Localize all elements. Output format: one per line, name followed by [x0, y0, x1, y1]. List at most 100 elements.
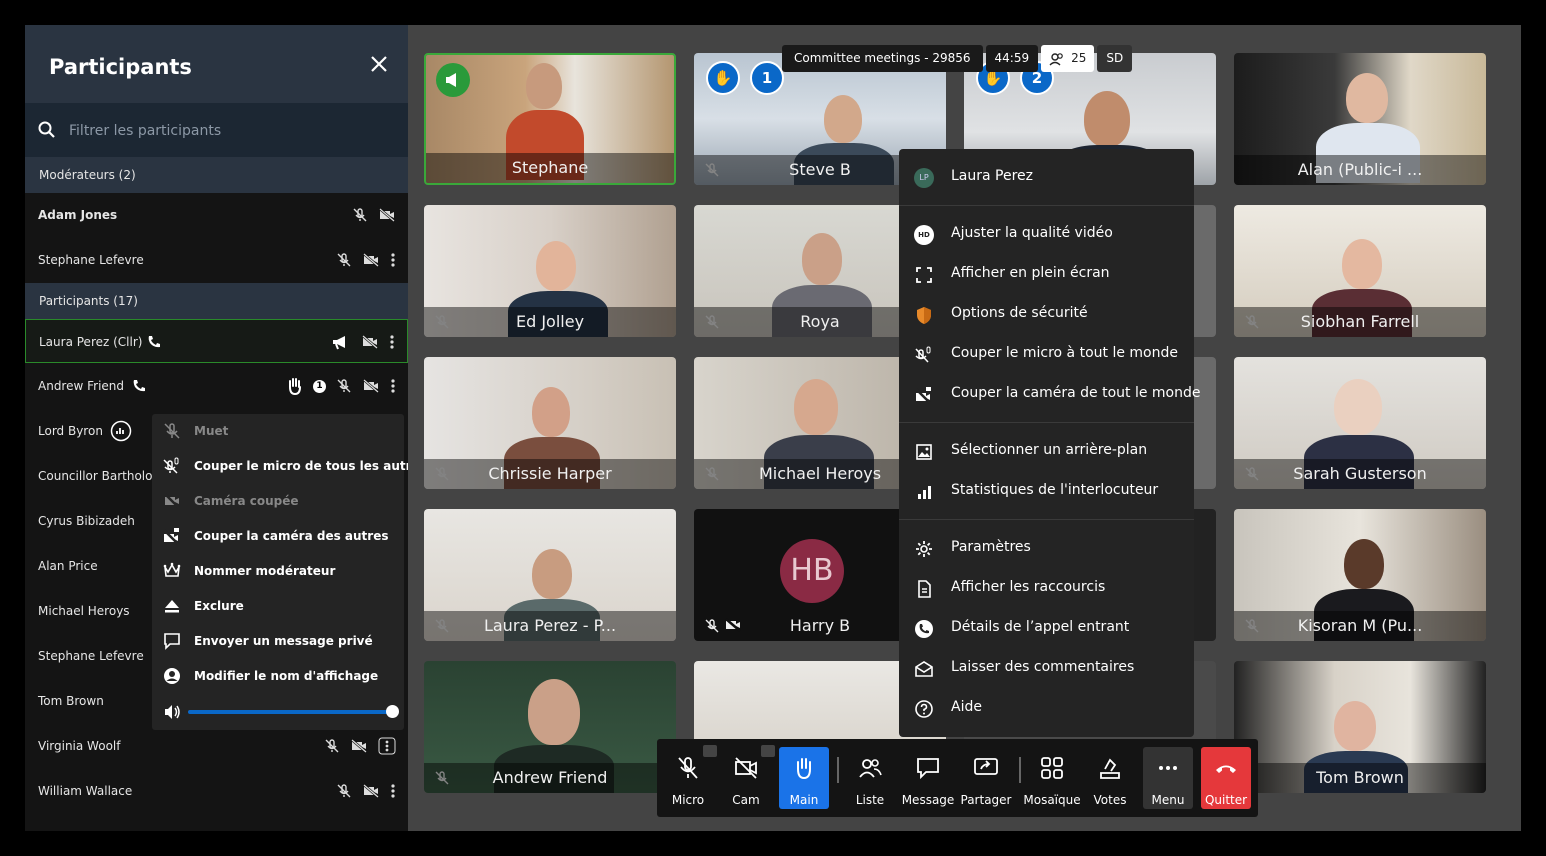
- participant-row[interactable]: Stephane Lefevre: [25, 238, 408, 282]
- filter-participants-input[interactable]: [67, 118, 391, 144]
- camera-off-others-icon: [163, 528, 179, 545]
- camera-off-icon: [735, 757, 757, 779]
- menu-item-fullscreen[interactable]: Afficher en plein écran: [899, 254, 1194, 294]
- menu-item-rename[interactable]: Modifier le nom d'affichage: [152, 659, 404, 694]
- more-menu-button[interactable]: Menu: [1143, 747, 1193, 809]
- meeting-toolbar: Micro Cam Main Liste Message Partager Mo…: [657, 739, 1258, 817]
- menu-item-settings[interactable]: Paramètres: [899, 528, 1194, 568]
- tile-name: Ed Jolley: [424, 307, 676, 337]
- raised-hand-icon: [797, 758, 811, 780]
- document-icon: [918, 580, 931, 598]
- menu-item-background[interactable]: Sélectionner un arrière-plan: [899, 431, 1194, 471]
- video-tile[interactable]: Kisoran M (Pu...: [1234, 509, 1486, 641]
- participant-row[interactable]: Laura Perez (Cllr): [25, 319, 408, 363]
- tile-name: Chrissie Harper: [424, 459, 676, 489]
- more-options-icon[interactable]: [378, 737, 396, 755]
- gear-icon: [916, 541, 932, 557]
- menu-item-stop-everyone-camera[interactable]: Couper la caméra de tout le monde: [899, 374, 1201, 414]
- more-options-icon[interactable]: [390, 783, 396, 799]
- menu-item-camera-off[interactable]: Caméra coupée: [152, 484, 404, 519]
- video-tile[interactable]: Tom Brown: [1234, 661, 1486, 793]
- menu-item-help[interactable]: Aide: [899, 688, 1194, 728]
- menu-item-dial-in-info[interactable]: Détails de l’appel entrant: [899, 608, 1194, 648]
- camera-off-icon: [362, 335, 378, 349]
- menu-item-mute[interactable]: Muet: [152, 414, 404, 449]
- menu-item-speaker-stats[interactable]: Statistiques de l'interlocuteur: [899, 471, 1194, 511]
- participants-icon: [1049, 52, 1063, 66]
- participant-count[interactable]: 25: [1041, 45, 1095, 72]
- avatar: HB: [780, 539, 844, 603]
- menu-item-stop-others-camera[interactable]: Couper la caméra des autres: [152, 519, 404, 554]
- mic-button[interactable]: Micro: [663, 745, 717, 809]
- leave-button[interactable]: Quitter: [1201, 747, 1251, 809]
- camera-off-icon: [379, 208, 395, 222]
- video-tile[interactable]: Ed Jolley: [424, 205, 676, 337]
- raise-order-badge: 1: [313, 379, 326, 393]
- participant-name: Michael Heroys: [38, 604, 130, 618]
- mic-muted-icon: [337, 253, 351, 267]
- tile-name: Siobhan Farrell: [1234, 307, 1486, 337]
- camera-off-icon: [351, 739, 367, 753]
- participant-row[interactable]: William Wallace: [25, 769, 408, 813]
- menu-item-feedback[interactable]: Laisser des commentaires: [899, 648, 1194, 688]
- chevron-up-icon[interactable]: [703, 745, 717, 757]
- menu-item-video-quality[interactable]: HD Ajuster la qualité vidéo: [899, 214, 1194, 254]
- sidebar-header: Participants: [25, 25, 408, 103]
- camera-button[interactable]: Cam: [721, 745, 775, 809]
- participant-row[interactable]: Andrew Friend 1: [25, 364, 408, 408]
- volume-slider-knob[interactable]: [386, 705, 399, 718]
- menu-item-private-message[interactable]: Envoyer un message privé: [152, 624, 404, 659]
- mute-others-icon: [163, 457, 179, 474]
- tile-view-button[interactable]: Mosaïque: [1023, 747, 1081, 809]
- menu-item-profile[interactable]: LP Laura Perez: [899, 157, 1194, 197]
- video-tile[interactable]: Andrew Friend: [424, 661, 676, 793]
- menu-item-mute-others[interactable]: Couper le micro de tous les autres: [152, 449, 408, 484]
- menu-item-make-moderator[interactable]: Nommer modérateur: [152, 554, 404, 589]
- video-quality-label[interactable]: SD: [1097, 45, 1133, 72]
- crown-icon: [163, 562, 181, 577]
- share-screen-button[interactable]: Partager: [961, 747, 1011, 809]
- participant-context-menu: Muet Couper le micro de tous les autres …: [152, 414, 408, 730]
- raised-hand-icon: ✋: [706, 61, 740, 95]
- menu-item-security[interactable]: Options de sécurité: [899, 294, 1194, 334]
- video-tile[interactable]: Laura Perez - P...: [424, 509, 676, 641]
- more-options-icon[interactable]: [390, 378, 396, 394]
- participants-icon: [859, 759, 882, 778]
- menu-item-kick[interactable]: Exclure: [152, 589, 404, 624]
- more-options-icon[interactable]: [389, 334, 395, 350]
- mic-muted-icon: [164, 423, 180, 439]
- chevron-up-icon[interactable]: [761, 745, 775, 757]
- video-tile[interactable]: Sarah Gusterson: [1234, 357, 1486, 489]
- camera-off-icon: [363, 784, 379, 798]
- menu-item-shortcuts[interactable]: Afficher les raccourcis: [899, 568, 1194, 608]
- participant-row[interactable]: Adam Jones: [25, 193, 408, 237]
- close-icon[interactable]: [368, 53, 390, 75]
- participants-sidebar: Participants Modérateurs (2) Adam Jones …: [25, 25, 408, 831]
- participants-button[interactable]: Liste: [845, 747, 895, 809]
- menu-item-mute-everyone[interactable]: Couper le micro à tout le monde: [899, 334, 1194, 374]
- more-options-icon[interactable]: [390, 252, 396, 268]
- tile-name: Sarah Gusterson: [1234, 459, 1486, 489]
- tile-name: Kisoran M (Pu...: [1234, 611, 1486, 641]
- ballot-icon: [1100, 758, 1120, 779]
- raise-hand-button[interactable]: Main: [779, 747, 829, 809]
- tile-name: Tom Brown: [1234, 763, 1486, 793]
- mute-everyone-icon: [915, 346, 931, 363]
- chat-button[interactable]: Message: [902, 747, 954, 809]
- participant-row[interactable]: Virginia Woolf: [25, 724, 408, 768]
- share-screen-icon: [974, 758, 998, 775]
- phone-icon: [148, 336, 160, 348]
- votes-button[interactable]: Votes: [1085, 747, 1135, 809]
- avatar: LP: [914, 168, 934, 188]
- megaphone-icon: [333, 336, 345, 350]
- video-tile[interactable]: Siobhan Farrell: [1234, 205, 1486, 337]
- participant-name: Cyrus Bibizadeh: [38, 514, 135, 528]
- speaker-badge-icon: [436, 63, 470, 97]
- phone-icon: [133, 380, 145, 392]
- sidebar-title: Participants: [49, 55, 192, 79]
- volume-slider[interactable]: [188, 705, 399, 718]
- meeting-title: Committee meetings - 29856: [782, 45, 983, 72]
- video-tile[interactable]: Alan (Public-i ...: [1234, 53, 1486, 185]
- video-tile[interactable]: Stephane: [424, 53, 676, 185]
- video-tile[interactable]: Chrissie Harper: [424, 357, 676, 489]
